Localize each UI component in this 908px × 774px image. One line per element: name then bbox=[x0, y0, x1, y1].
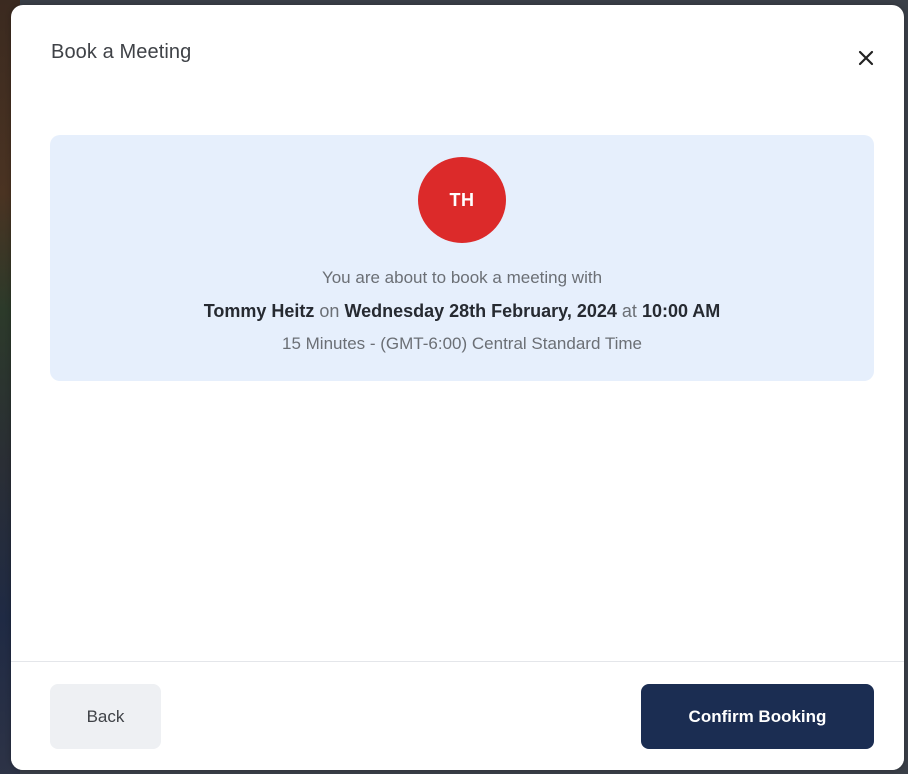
close-icon bbox=[858, 50, 874, 66]
booking-details-line: Tommy Heitz on Wednesday 28th February, … bbox=[50, 301, 874, 322]
back-button[interactable]: Back bbox=[50, 684, 161, 749]
book-meeting-modal: Book a Meeting TH You are about to book … bbox=[11, 5, 904, 770]
meeting-date: Wednesday 28th February, 2024 bbox=[344, 301, 617, 321]
avatar: TH bbox=[418, 157, 506, 243]
booking-intro-text: You are about to book a meeting with bbox=[321, 268, 603, 287]
meeting-time: 10:00 AM bbox=[641, 301, 721, 321]
meeting-duration-timezone: 15 Minutes - (GMT-6:00) Central Standard… bbox=[282, 334, 642, 353]
modal-footer: Back Confirm Booking bbox=[11, 661, 904, 770]
on-word: on bbox=[319, 301, 340, 321]
close-button[interactable] bbox=[851, 43, 881, 73]
booking-summary-card: TH You are about to book a meeting with … bbox=[50, 135, 874, 381]
host-name: Tommy Heitz bbox=[203, 301, 315, 321]
at-word: at bbox=[621, 301, 637, 321]
confirm-booking-button[interactable]: Confirm Booking bbox=[641, 684, 874, 749]
modal-title: Book a Meeting bbox=[51, 41, 192, 63]
